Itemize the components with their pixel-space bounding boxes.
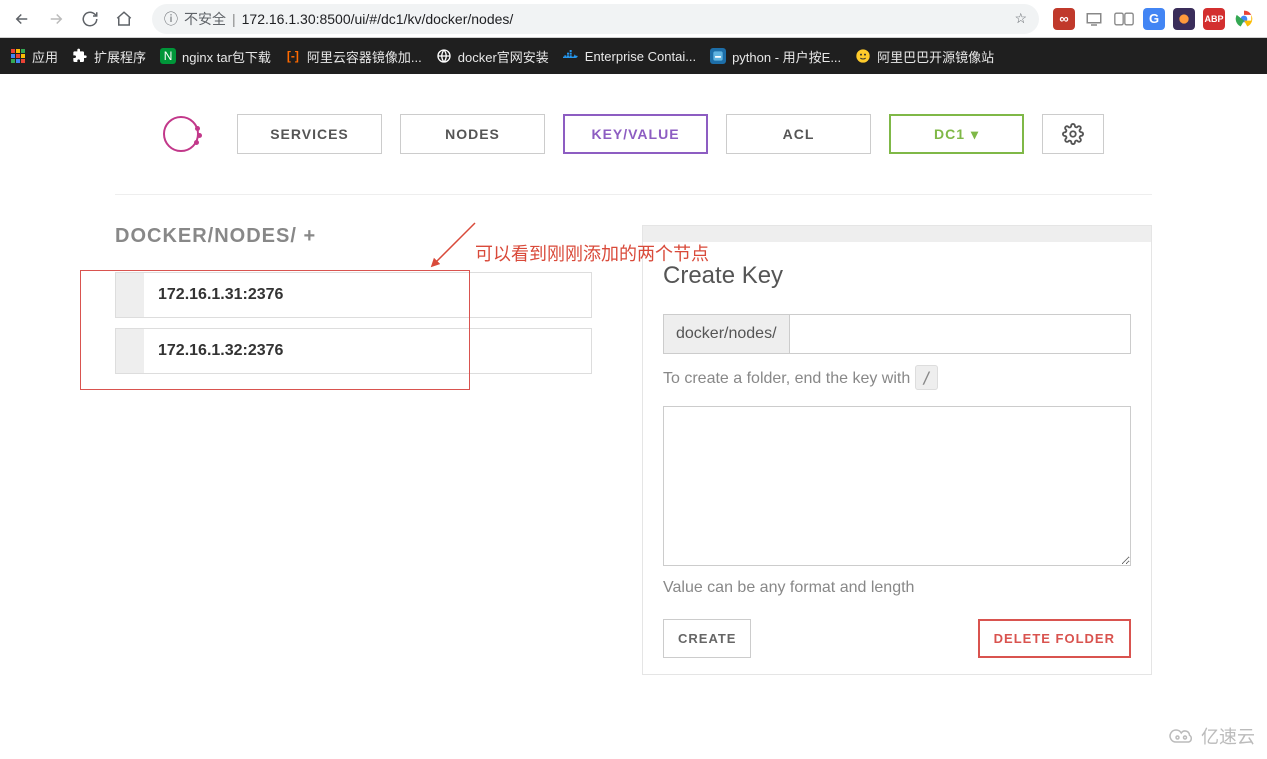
ext-icon-2[interactable] [1083, 8, 1105, 30]
ext-icon-chrome[interactable] [1233, 8, 1255, 30]
bookmark-docker[interactable]: docker官网安装 [436, 47, 549, 66]
home-button[interactable] [110, 5, 138, 33]
gear-icon [1062, 123, 1084, 145]
consul-topnav: SERVICES NODES KEY/VALUE ACL DC1 ▾ [115, 114, 1152, 195]
forward-button[interactable] [42, 5, 70, 33]
ext-icon-3[interactable] [1113, 8, 1135, 30]
info-icon: ⓘ [164, 9, 178, 29]
create-button[interactable]: CREATE [663, 619, 751, 658]
value-hint: Value can be any format and length [663, 579, 1131, 597]
nginx-icon: N [160, 48, 176, 64]
ext-icon-5[interactable] [1173, 8, 1195, 30]
create-key-panel: Create Key docker/nodes/ To create a fol… [642, 225, 1152, 675]
python-icon [710, 48, 726, 64]
address-bar[interactable]: ⓘ 不安全 | 172.16.1.30:8500/ui/#/dc1/kv/doc… [152, 4, 1039, 34]
kv-item-handle [116, 329, 144, 373]
bookmark-enterprise[interactable]: Enterprise Contai... [563, 48, 696, 64]
chevron-down-icon: ▾ [971, 126, 979, 143]
star-icon[interactable]: ☆ [1014, 10, 1027, 27]
nav-datacenter[interactable]: DC1 ▾ [889, 114, 1024, 154]
bookmark-nginx[interactable]: N nginx tar包下载 [160, 47, 271, 66]
aliyun-icon: [-] [285, 48, 301, 64]
puzzle-icon [72, 48, 88, 64]
bookmark-apps[interactable]: 应用 [10, 47, 58, 66]
nav-nodes[interactable]: NODES [400, 114, 545, 154]
ext-icon-1[interactable]: ∞ [1053, 8, 1075, 30]
cloud-icon [1167, 726, 1197, 746]
add-key-plus[interactable]: + [303, 225, 316, 247]
bookmark-extensions[interactable]: 扩展程序 [72, 47, 146, 66]
kv-item-label: 172.16.1.31:2376 [144, 286, 283, 304]
back-button[interactable] [8, 5, 36, 33]
alibaba-icon [855, 48, 871, 64]
kv-item[interactable]: 172.16.1.31:2376 [115, 272, 592, 318]
kv-list: 172.16.1.31:2376 172.16.1.32:2376 [115, 272, 592, 374]
folder-hint: To create a folder, end the key with / [663, 368, 1131, 388]
kv-item-label: 172.16.1.32:2376 [144, 342, 283, 360]
watermark: 亿速云 [1167, 723, 1255, 749]
security-label: 不安全 [184, 9, 226, 29]
bookmark-aliyun[interactable]: [-] 阿里云容器镜像加... [285, 47, 422, 66]
panel-title: Create Key [663, 262, 1131, 290]
kv-item[interactable]: 172.16.1.32:2376 [115, 328, 592, 374]
annotation-text: 可以看到刚刚添加的两个节点 [475, 240, 709, 266]
bookmark-alibaba[interactable]: 阿里巴巴开源镜像站 [855, 47, 994, 66]
globe-icon [436, 48, 452, 64]
nav-acl[interactable]: ACL [726, 114, 871, 154]
ext-icon-4[interactable]: G [1143, 8, 1165, 30]
apps-icon [10, 48, 26, 64]
panel-header-bar [643, 226, 1151, 242]
delete-folder-button[interactable]: DELETE FOLDER [978, 619, 1131, 658]
extension-icons: ∞ G ABP [1053, 8, 1259, 30]
docker-icon [563, 48, 579, 64]
ext-icon-abp[interactable]: ABP [1203, 8, 1225, 30]
page-content: SERVICES NODES KEY/VALUE ACL DC1 ▾ DOCKE… [0, 74, 1267, 675]
browser-toolbar: ⓘ 不安全 | 172.16.1.30:8500/ui/#/dc1/kv/doc… [0, 0, 1267, 38]
key-prefix: docker/nodes/ [663, 314, 789, 354]
kv-item-handle [116, 273, 144, 317]
nav-keyvalue[interactable]: KEY/VALUE [563, 114, 708, 154]
bookmark-python[interactable]: python - 用户按E... [710, 47, 841, 66]
consul-logo [163, 116, 199, 152]
value-textarea[interactable] [663, 406, 1131, 566]
reload-button[interactable] [76, 5, 104, 33]
nav-settings[interactable] [1042, 114, 1104, 154]
bookmarks-bar: 应用 扩展程序 N nginx tar包下载 [-] 阿里云容器镜像加... d… [0, 38, 1267, 74]
key-name-input[interactable] [789, 314, 1131, 354]
nav-services[interactable]: SERVICES [237, 114, 382, 154]
url-text: 172.16.1.30:8500/ui/#/dc1/kv/docker/node… [242, 11, 514, 27]
